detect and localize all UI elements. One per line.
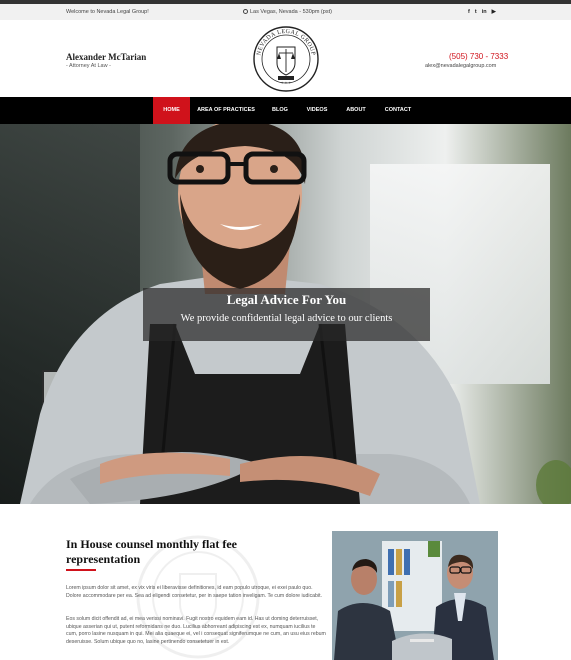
content-section: In House counsel monthly flat fee repres… bbox=[0, 504, 571, 660]
linkedin-icon[interactable]: in bbox=[482, 9, 487, 15]
hero-caption: Legal Advice For You We provide confiden… bbox=[143, 288, 430, 341]
nav-contact[interactable]: CONTACT bbox=[380, 97, 416, 124]
facebook-icon[interactable]: f bbox=[468, 9, 470, 15]
social-links: f t in ▶ bbox=[468, 9, 496, 15]
hero-heading: Legal Advice For You bbox=[226, 292, 347, 307]
main-nav: HOME AREA OF PRACTICES BLOG VIDEOS ABOUT… bbox=[0, 97, 571, 124]
section-paragraph-2: Eos solum dicit offendit ad, ei mea veri… bbox=[66, 616, 326, 645]
svg-text:✦ ✦ ✦: ✦ ✦ ✦ bbox=[281, 81, 293, 85]
nav-about[interactable]: ABOUT bbox=[341, 97, 371, 124]
welcome-text: Welcome to Nevada Legal Group! bbox=[66, 9, 149, 15]
site-header: Alexander McTarian - Attorney At Law - N… bbox=[0, 20, 571, 97]
nav-blog[interactable]: BLOG bbox=[266, 97, 294, 124]
email-address[interactable]: alex@nevadalegalgroup.com bbox=[425, 63, 496, 69]
clock-icon bbox=[243, 9, 248, 14]
nav-videos[interactable]: VIDEOS bbox=[300, 97, 334, 124]
twitter-icon[interactable]: t bbox=[475, 9, 477, 15]
nav-area-of-practices[interactable]: AREA OF PRACTICES bbox=[193, 97, 259, 124]
section-heading: In House counsel monthly flat fee repres… bbox=[66, 537, 237, 566]
location-text: Las Vegas, Nevada - 530pm (pst) bbox=[250, 9, 332, 15]
youtube-icon[interactable]: ▶ bbox=[492, 9, 496, 15]
phone-number[interactable]: (505) 730 - 7333 bbox=[449, 52, 508, 61]
location-info: Las Vegas, Nevada - 530pm (pst) bbox=[243, 9, 332, 15]
heading-underline bbox=[66, 569, 96, 571]
attorney-title: - Attorney At Law - bbox=[66, 63, 111, 69]
top-bar: Welcome to Nevada Legal Group! Las Vegas… bbox=[0, 4, 571, 20]
meeting-photo bbox=[332, 531, 498, 660]
hero-subheading: We provide confidential legal advice to … bbox=[180, 313, 393, 324]
hero-banner: Legal Advice For You We provide confiden… bbox=[0, 124, 571, 504]
nav-home[interactable]: HOME bbox=[153, 97, 190, 124]
section-paragraph-1: Lorem ipsum dolor sit amet, ex vix viris… bbox=[66, 585, 322, 599]
attorney-name: Alexander McTarian bbox=[66, 52, 147, 62]
firm-logo[interactable]: NEVADA LEGAL GROUP ✦ ✦ ✦ bbox=[251, 25, 321, 93]
